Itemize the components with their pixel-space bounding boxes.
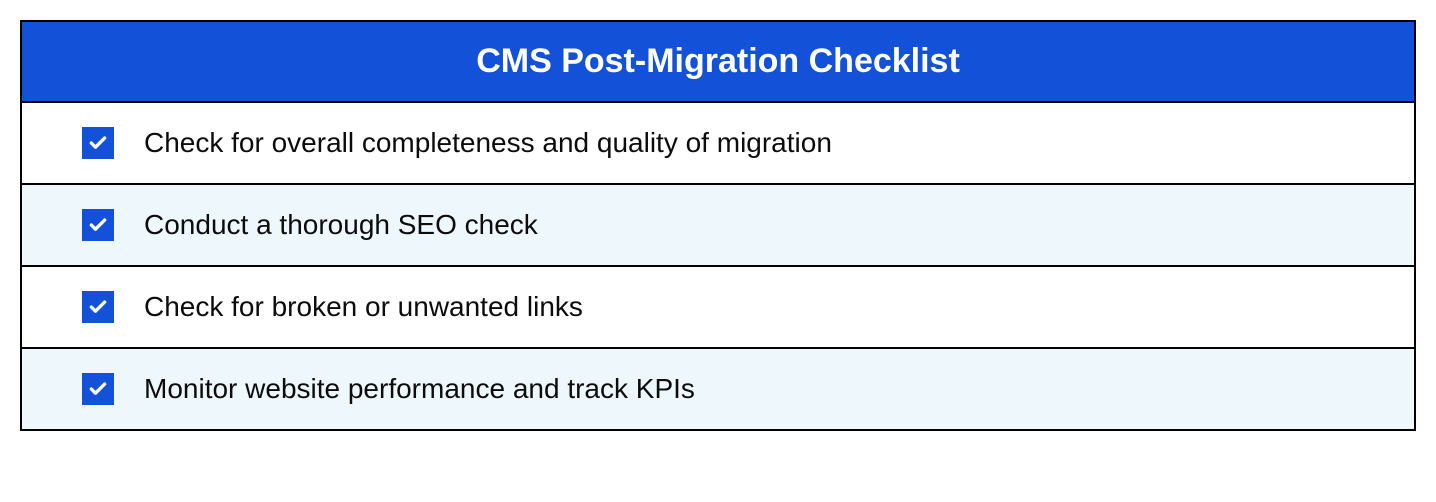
checkbox-icon (82, 127, 114, 159)
checklist-item: Check for broken or unwanted links (22, 267, 1414, 349)
checklist-item-label: Check for broken or unwanted links (144, 291, 583, 323)
checklist-item-label: Monitor website performance and track KP… (144, 373, 695, 405)
checkbox-icon (82, 209, 114, 241)
checkbox-icon (82, 291, 114, 323)
checklist-item-label: Conduct a thorough SEO check (144, 209, 538, 241)
checkbox-icon (82, 373, 114, 405)
checklist-title: CMS Post-Migration Checklist (22, 22, 1414, 103)
checklist-item: Check for overall completeness and quali… (22, 103, 1414, 185)
checklist-container: CMS Post-Migration Checklist Check for o… (20, 20, 1416, 431)
checklist-item: Conduct a thorough SEO check (22, 185, 1414, 267)
checklist-item: Monitor website performance and track KP… (22, 349, 1414, 429)
checklist-item-label: Check for overall completeness and quali… (144, 127, 832, 159)
